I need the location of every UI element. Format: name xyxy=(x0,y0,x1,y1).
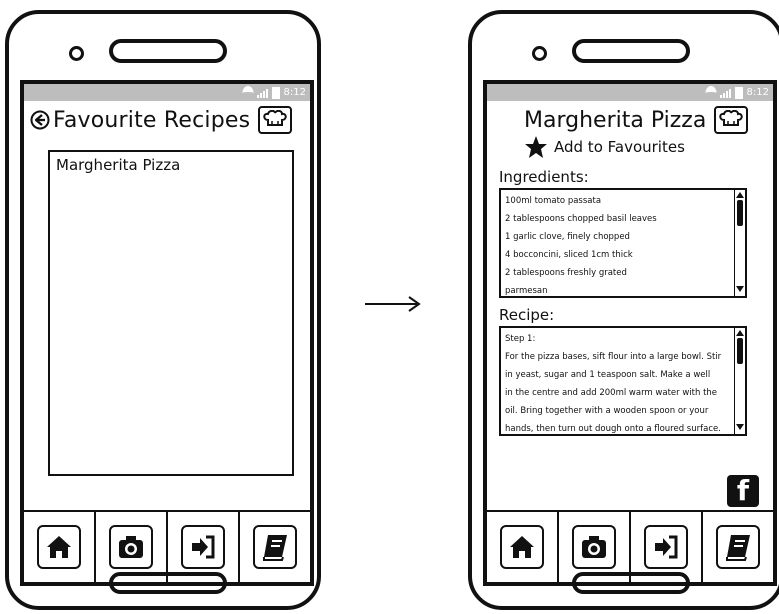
add-to-favourites-label: Add to Favourites xyxy=(554,138,685,156)
nav-book[interactable] xyxy=(703,512,773,582)
nav-book[interactable] xyxy=(240,512,310,582)
scroll-thumb[interactable] xyxy=(737,200,743,226)
scroll-up-icon[interactable] xyxy=(736,192,744,198)
home-button-slot xyxy=(109,572,227,594)
scroll-thumb[interactable] xyxy=(737,338,743,364)
ingredient-line: parmesan xyxy=(505,286,548,296)
star-icon xyxy=(525,136,547,158)
front-camera xyxy=(532,46,547,61)
recipe-line: hands, then turn out dough onto a floure… xyxy=(505,424,721,434)
recipe-box[interactable]: Step 1: For the pizza bases, sift flour … xyxy=(499,326,747,436)
header: Favourite Recipes xyxy=(24,101,310,139)
scroll-up-icon[interactable] xyxy=(736,330,744,336)
add-to-favourites-button[interactable]: Add to Favourites xyxy=(487,134,773,160)
signal-icon xyxy=(719,88,731,98)
scroll-down-icon[interactable] xyxy=(736,424,744,430)
nav-home[interactable] xyxy=(24,512,96,582)
recipe-line: oil. Bring together with a wooden spoon … xyxy=(505,406,709,416)
ingredient-line: 2 tablespoons chopped basil leaves xyxy=(505,214,657,224)
home-icon xyxy=(37,525,81,569)
speaker-slot xyxy=(572,39,690,63)
recipe-heading: Recipe: xyxy=(499,306,555,324)
signal-icon xyxy=(256,88,268,98)
recipe-scrollbar[interactable] xyxy=(734,328,745,434)
speaker-slot xyxy=(109,39,227,63)
phone-right: 8:12 Margherita Pizza Add to Favourites … xyxy=(468,10,779,610)
status-time: 8:12 xyxy=(283,87,306,98)
status-bar: 8:12 xyxy=(24,84,310,101)
camera-icon xyxy=(572,525,616,569)
ingredient-line: 1 garlic clove, finely chopped xyxy=(505,232,630,242)
ingredient-line: 4 bocconcini, sliced 1cm thick xyxy=(505,250,633,260)
chef-hat-icon[interactable] xyxy=(258,106,293,134)
flow-arrow xyxy=(365,296,421,312)
screen-recipe: 8:12 Margherita Pizza Add to Favourites … xyxy=(483,80,777,586)
battery-icon xyxy=(734,86,743,99)
camera-icon xyxy=(109,525,153,569)
home-icon xyxy=(500,525,544,569)
facebook-icon[interactable]: f xyxy=(727,474,759,507)
screen-favourites: 8:12 Favourite Recipes Margherita Pizza xyxy=(20,80,314,586)
wifi-icon xyxy=(705,85,717,100)
recipe-line: Step 1: xyxy=(505,334,536,344)
battery-icon xyxy=(271,86,280,99)
ingredient-line: 2 tablespoons freshly grated xyxy=(505,268,627,278)
list-item[interactable]: Margherita Pizza xyxy=(50,152,292,178)
scroll-down-icon[interactable] xyxy=(736,286,744,292)
book-icon xyxy=(253,525,297,569)
chef-hat-icon[interactable] xyxy=(714,106,749,134)
book-icon xyxy=(716,525,760,569)
ingredients-box[interactable]: 100ml tomato passata 2 tablespoons chopp… xyxy=(499,188,747,298)
recipe-line: For the pizza bases, sift flour into a l… xyxy=(505,352,722,362)
recipe-title: Margherita Pizza xyxy=(524,107,707,133)
back-arrow-icon[interactable] xyxy=(30,110,50,130)
front-camera xyxy=(69,46,84,61)
login-icon xyxy=(181,525,225,569)
status-bar: 8:12 xyxy=(487,84,773,101)
favourites-list: Margherita Pizza xyxy=(48,150,294,476)
ingredients-heading: Ingredients: xyxy=(499,168,589,186)
home-button-slot xyxy=(572,572,690,594)
phone-left: 8:12 Favourite Recipes Margherita Pizza xyxy=(5,10,321,610)
login-icon xyxy=(644,525,688,569)
recipe-line: in the centre and add 200ml warm water w… xyxy=(505,388,718,398)
ingredient-line: 100ml tomato passata xyxy=(505,196,602,206)
ingredients-scrollbar[interactable] xyxy=(734,190,745,296)
wifi-icon xyxy=(242,85,254,100)
recipe-line: in yeast, sugar and 1 teaspoon salt. Mak… xyxy=(505,370,711,380)
status-time: 8:12 xyxy=(746,87,769,98)
page-title: Favourite Recipes xyxy=(53,107,251,133)
nav-home[interactable] xyxy=(487,512,559,582)
